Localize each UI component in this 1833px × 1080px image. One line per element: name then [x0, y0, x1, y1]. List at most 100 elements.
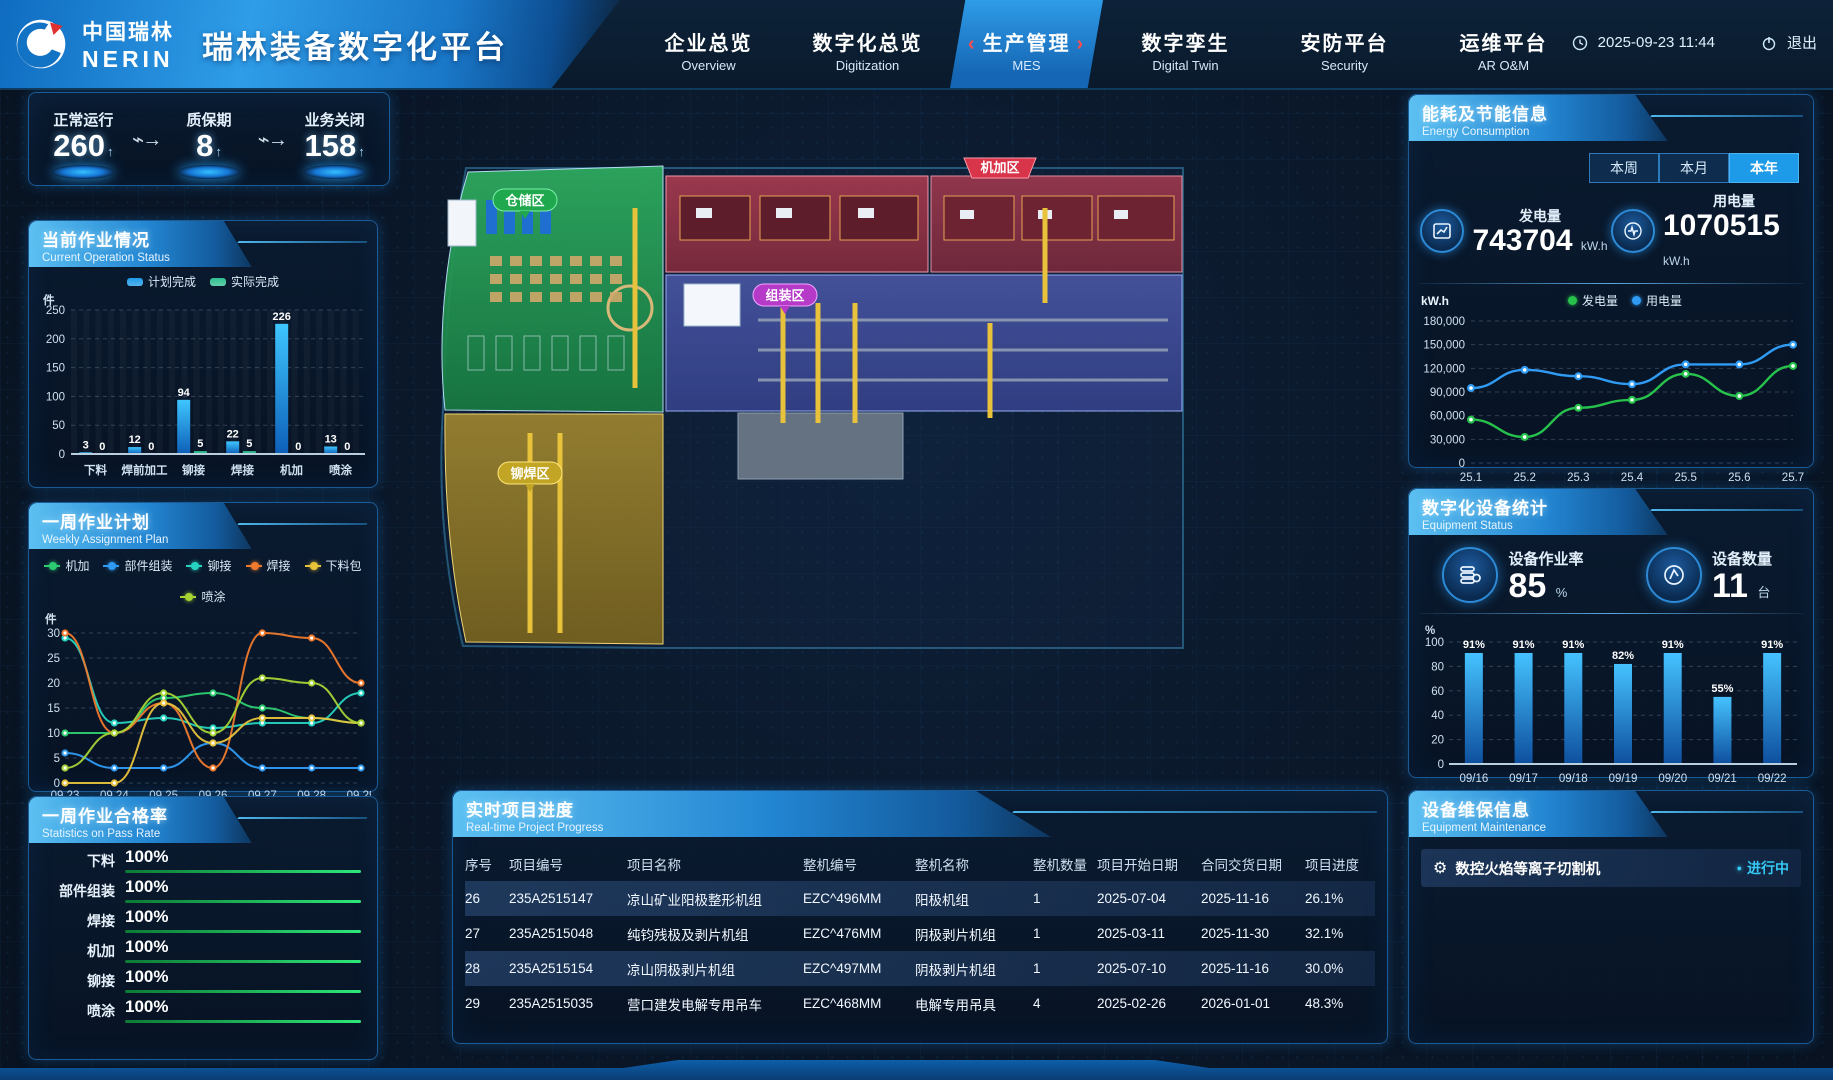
svg-text:25.1: 25.1	[1460, 472, 1482, 484]
legend-item: 实际完成	[210, 273, 279, 290]
utilization-icon	[1442, 547, 1498, 603]
panel-title-en: Equipment Status	[1409, 520, 1813, 532]
svg-text:22: 22	[227, 428, 239, 440]
legend-item: 喷涂	[180, 588, 225, 605]
generation-unit: kW.h	[1581, 239, 1608, 253]
table-row[interactable]: 29235A2515035营口建发电解专用吊车EZC^468MM电解专用吊具42…	[465, 986, 1375, 1021]
logout-button[interactable]: 退出	[1787, 32, 1817, 53]
panel-title-en: Weekly Assignment Plan	[29, 534, 377, 546]
svg-text:15: 15	[47, 703, 60, 715]
nav-tab-digital-twin[interactable]: 数字孪生Digital Twin	[1109, 0, 1262, 88]
svg-text:25: 25	[47, 653, 60, 665]
utilization-stat: 设备作业率 85 %	[1415, 547, 1611, 603]
svg-text:09/22: 09/22	[1758, 773, 1787, 785]
svg-text:30,000: 30,000	[1430, 434, 1465, 446]
nav-tab-ar-o&m[interactable]: 运维平台AR O&M	[1427, 0, 1580, 88]
stat-value: 260	[35, 130, 131, 163]
energy-tab[interactable]: 本月	[1659, 153, 1729, 183]
svg-text:5: 5	[246, 438, 252, 450]
svg-text:09/21: 09/21	[1708, 773, 1737, 785]
nav-tab-digitization[interactable]: 数字化总览 Digitization	[791, 0, 944, 88]
utilization-value: 85	[1508, 567, 1546, 605]
generation-stat: 发电量 743704 kW.h	[1417, 191, 1611, 271]
svg-text:25.6: 25.6	[1728, 472, 1750, 484]
svg-text:91%: 91%	[1463, 639, 1485, 651]
svg-text:60: 60	[1431, 686, 1444, 698]
panel-title-en: Current Operation Status	[29, 252, 377, 264]
svg-text:0: 0	[99, 441, 105, 453]
svg-text:82%: 82%	[1612, 650, 1634, 662]
svg-text:50: 50	[52, 420, 65, 432]
svg-text:0: 0	[54, 778, 60, 790]
svg-text:0: 0	[344, 441, 350, 453]
svg-text:铆焊区: 铆焊区	[510, 466, 549, 481]
glow-ring	[178, 165, 240, 179]
legend-item: 部件组装	[103, 557, 172, 574]
svg-text:09/19: 09/19	[1609, 773, 1638, 785]
weekly-plan-panel: 一周作业计划 Weekly Assignment Plan 机加部件组装铆接焊接…	[28, 502, 378, 792]
svg-text:91%: 91%	[1562, 639, 1584, 651]
glow-ring	[304, 165, 366, 179]
svg-text:25.5: 25.5	[1674, 472, 1696, 484]
svg-text:喷涂: 喷涂	[329, 463, 352, 477]
maintenance-item[interactable]: ⚙ 数控火焰等离子切割机 进行中	[1421, 849, 1801, 887]
nav-tab-security[interactable]: 安防平台Security	[1268, 0, 1421, 88]
svg-text:91%: 91%	[1662, 639, 1684, 651]
nav-tab-mes[interactable]: 生产管理MES	[950, 0, 1103, 88]
nav-tab-en: AR O&M	[1427, 58, 1580, 73]
panel-title-cn: 数字化设备统计	[1409, 489, 1813, 519]
svg-text:焊前加工: 焊前加工	[122, 463, 168, 477]
glow-ring	[52, 165, 114, 179]
panel-title-cn: 一周作业合格率	[29, 797, 377, 827]
ops-bar-chart: 件05010015020025030下料120焊前加工945铆接225焊接226…	[35, 292, 371, 484]
svg-text:80: 80	[1431, 661, 1444, 673]
pass-rate-row: 部件组装100%	[29, 873, 377, 903]
utilization-unit: %	[1556, 585, 1568, 600]
status-summary-panel: 正常运行260⌁→质保期8⌁→业务关闭158	[28, 92, 390, 186]
zone-badge-machining[interactable]: 机加区	[964, 158, 1036, 178]
nav-tab-overview[interactable]: 企业总览Overview	[632, 0, 785, 88]
svg-text:13: 13	[325, 434, 337, 446]
generation-label: 发电量	[1472, 206, 1607, 226]
table-row[interactable]: 27235A2515048纯钧残极及剥片机组EZC^476MM阴极剥片机组120…	[465, 916, 1375, 951]
zone-welding[interactable]	[445, 414, 663, 644]
svg-text:铆接: 铆接	[182, 463, 205, 477]
project-table: 序号项目编号项目名称整机编号整机名称整机数量项目开始日期合同交货日期项目进度26…	[453, 837, 1387, 1021]
device-count-label: 设备数量	[1712, 548, 1772, 569]
factory-3d-map[interactable]: 仓储区 组装区 机加区 铆焊区	[408, 88, 1408, 788]
stat-value: 8	[161, 130, 257, 163]
nav-tab-en: Digitization	[791, 58, 944, 73]
svg-text:25.4: 25.4	[1621, 472, 1644, 484]
footer-strip	[0, 1060, 1833, 1080]
nav-tab-cn: 数字化总览	[791, 27, 944, 56]
energy-tab[interactable]: 本年	[1729, 153, 1799, 183]
svg-text:25.7: 25.7	[1782, 472, 1804, 484]
nav-tab-en: Digital Twin	[1109, 58, 1262, 73]
utilization-label: 设备作业率	[1508, 548, 1583, 569]
pass-rate-row: 下料100%	[29, 843, 377, 873]
svg-text:机加: 机加	[280, 463, 303, 477]
screen-board	[684, 284, 740, 326]
svg-text:12: 12	[129, 434, 141, 446]
svg-text:组装区: 组装区	[765, 288, 804, 303]
panel-title-cn: 实时项目进度	[453, 791, 1387, 821]
consumption-label: 用电量	[1663, 191, 1805, 211]
legend-item: 下料包	[305, 557, 362, 574]
ops-legend: 计划完成实际完成	[29, 273, 377, 290]
table-row[interactable]: 28235A2515154凉山阴极剥片机组EZC^497MM阴极剥片机组1202…	[465, 951, 1375, 986]
svg-text:226: 226	[273, 311, 291, 323]
status-stat: 业务关闭158	[287, 99, 383, 179]
generation-icon	[1420, 209, 1464, 253]
pass-rate-row: 焊接100%	[29, 903, 377, 933]
zone-assembly-floor[interactable]	[666, 275, 1182, 411]
logout-icon[interactable]	[1761, 35, 1777, 51]
energy-tab[interactable]: 本周	[1589, 153, 1659, 183]
svg-text:0: 0	[59, 449, 65, 461]
svg-text:0: 0	[148, 441, 154, 453]
logo-block: 中国瑞林 NERIN 瑞林装备数字化平台	[0, 0, 620, 88]
panel-title-cn: 当前作业情况	[29, 221, 377, 251]
flow-arrow-icon: ⌁→	[258, 127, 286, 152]
table-row[interactable]: 26235A2515147凉山矿业阳极整形机组EZC^496MM阳极机组1202…	[465, 881, 1375, 916]
svg-text:%: %	[1425, 625, 1435, 637]
svg-text:25.3: 25.3	[1567, 472, 1589, 484]
